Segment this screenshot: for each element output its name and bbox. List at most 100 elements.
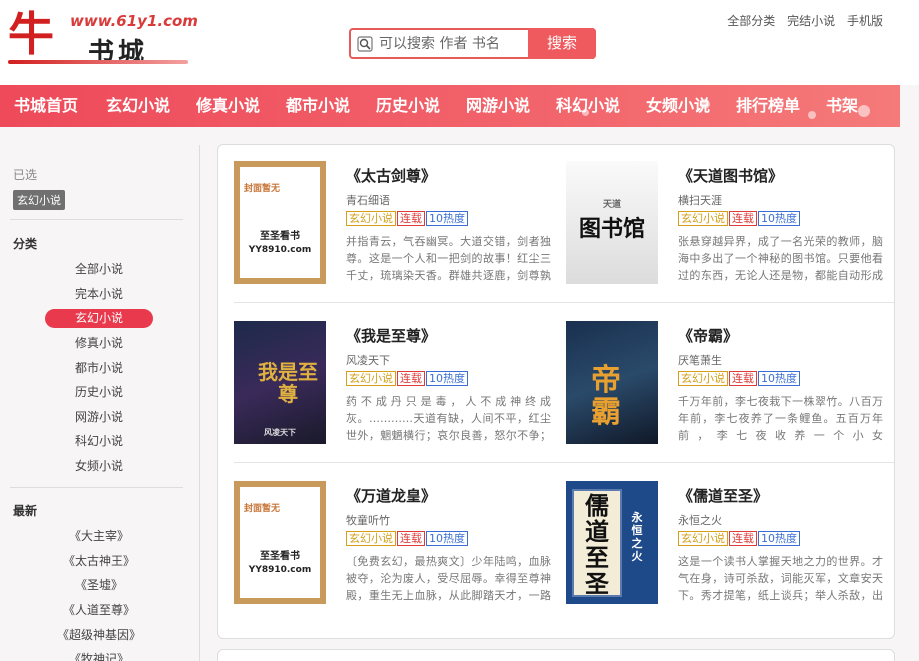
book-title[interactable]: 《万道龙皇》	[346, 485, 436, 506]
book-author[interactable]: 牧童听竹	[346, 512, 390, 528]
book-cover[interactable]: 天道 图书馆	[566, 161, 658, 284]
book-title[interactable]: 《天道图书馆》	[678, 165, 783, 186]
cover-text: 至圣看书	[260, 231, 300, 242]
cover-text: 儒道至圣	[585, 491, 609, 598]
nav-item-bookshelf[interactable]: 书架	[826, 85, 858, 127]
genre-tag: 玄幻小说	[678, 371, 728, 386]
cover-text: 图书馆	[578, 216, 645, 242]
book-description: 药不成丹只是毒，人不成神终成灰。…………天道有缺，人间不平，红尘世外，魍魉横行；…	[346, 395, 551, 442]
category-item-xuanhuan[interactable]: 玄幻小说	[45, 309, 153, 328]
book-title[interactable]: 《帝霸》	[678, 325, 738, 346]
book-author[interactable]: 青石细语	[346, 192, 390, 208]
category-item-completed[interactable]: 完本小说	[45, 285, 153, 304]
category-item-kehuan[interactable]: 科幻小说	[45, 432, 153, 451]
category-item-all[interactable]: 全部小说	[45, 260, 153, 279]
row-divider	[234, 302, 894, 303]
nav-item-ranking[interactable]: 排行榜单	[736, 85, 800, 127]
cover-badge: 封面暂无	[244, 504, 281, 514]
book-tags: 玄幻小说 连载 10热度	[346, 371, 469, 386]
book-cover[interactable]: 封面暂无 至圣看书 YY8910.com	[234, 161, 326, 284]
latest-item[interactable]: 《超级神基因》	[45, 626, 153, 645]
heat-tag: 10热度	[758, 531, 800, 546]
book-author[interactable]: 风凌天下	[346, 352, 390, 368]
book-author[interactable]: 永恒之火	[678, 512, 722, 528]
nav-decoration-dot	[858, 105, 870, 117]
cover-text: YY8910.com	[248, 245, 312, 255]
nav-decoration-dot	[700, 99, 710, 109]
book-title[interactable]: 《儒道至圣》	[678, 485, 768, 506]
selected-label: 已选	[13, 168, 38, 182]
nav-item-dushi[interactable]: 都市小说	[286, 85, 350, 127]
nav-item-xiuzhen[interactable]: 修真小说	[196, 85, 260, 127]
search-button[interactable]: 搜索	[528, 28, 596, 59]
book-title[interactable]: 《我是至尊》	[346, 325, 436, 346]
book-card[interactable]: 封面暂无 至圣看书 YY8910.com 《太古剑尊》 青石细语 玄幻小说 连载 1…	[234, 161, 554, 301]
book-cover[interactable]: 封面暂无 至圣看书 YY8910.com	[234, 481, 326, 604]
site-header: 牛 www.61y1.com 书城 搜索 全部分类 完结小说 手机版	[0, 0, 919, 85]
heat-tag: 10热度	[426, 211, 468, 226]
nav-item-lishi[interactable]: 历史小说	[376, 85, 440, 127]
status-tag: 连载	[729, 531, 757, 546]
site-logo[interactable]: 牛 www.61y1.com 书城	[8, 6, 198, 68]
top-link-mobile[interactable]: 手机版	[847, 14, 883, 28]
book-card[interactable]: 儒道至圣 永恒之火 《儒道至圣》 永恒之火 玄幻小说 连载 10热度 这是一个读书人…	[566, 481, 886, 621]
heat-tag: 10热度	[426, 371, 468, 386]
sidebar-divider	[10, 219, 183, 220]
book-card[interactable]: 我是至尊 风凌天下 《我是至尊》 风凌天下 玄幻小说 连载 10热度 药不成丹只是毒…	[234, 321, 554, 461]
selected-filter-tag[interactable]: 玄幻小说	[13, 190, 65, 210]
logo-underline	[8, 60, 188, 64]
category-item-xiuzhen[interactable]: 修真小说	[45, 334, 153, 353]
status-tag: 连载	[397, 211, 425, 226]
cover-text: YY8910.com	[248, 565, 312, 575]
status-tag: 连载	[397, 371, 425, 386]
genre-tag: 玄幻小说	[678, 531, 728, 546]
book-card[interactable]: 天道 图书馆 《天道图书馆》 横扫天涯 玄幻小说 连载 10热度 张悬穿越异界，成了…	[566, 161, 886, 301]
latest-item[interactable]: 《大主宰》	[45, 527, 153, 546]
logo-url: www.61y1.com	[70, 12, 198, 30]
category-item-dushi[interactable]: 都市小说	[45, 359, 153, 378]
cover-badge: 封面暂无	[244, 184, 281, 194]
category-heading: 分类	[13, 237, 38, 251]
latest-item[interactable]: 《圣墟》	[45, 576, 153, 595]
sidebar-divider	[10, 487, 183, 488]
book-tags: 玄幻小说 连载 10热度	[678, 531, 801, 546]
book-cover[interactable]: 儒道至圣 永恒之火	[566, 481, 658, 604]
book-author[interactable]: 横扫天涯	[678, 192, 722, 208]
book-cover[interactable]: 我是至尊 风凌天下	[234, 321, 326, 444]
book-description: 千万年前，李七夜栽下一株翠竹。八百万年前，李七夜养了一条鲤鱼。五百万年前，李七夜…	[678, 395, 883, 442]
top-link-all-categories[interactable]: 全部分类	[727, 14, 775, 28]
book-description: 〔免费玄幻，最热爽文〕少年陆鸣，血脉被夺，沦为废人，受尽屈辱。幸得至尊神殿，重生…	[346, 555, 551, 602]
nav-item-kehuan[interactable]: 科幻小说	[556, 85, 620, 127]
nav-item-xuanhuan[interactable]: 玄幻小说	[106, 85, 170, 127]
book-card[interactable]: 封面暂无 至圣看书 YY8910.com 《万道龙皇》 牧童听竹 玄幻小说 连载 1…	[234, 481, 554, 621]
book-description: 并指青云，气吞幽冥。大道交错，剑者独尊。这是一个人和一把剑的故事！红尘三千丈，琉…	[346, 235, 551, 282]
status-tag: 连载	[397, 531, 425, 546]
top-links: 全部分类 完结小说 手机版	[719, 12, 883, 29]
heat-tag: 10热度	[758, 211, 800, 226]
book-card[interactable]: 帝霸 《帝霸》 厌笔萧生 玄幻小说 连载 10热度 千万年前，李七夜栽下一株翠竹。八…	[566, 321, 886, 461]
cover-badge: 永恒之火	[631, 511, 643, 563]
logo-main-char: 牛	[8, 7, 54, 61]
latest-item[interactable]: 《太古神王》	[45, 552, 153, 571]
book-title[interactable]: 《太古剑尊》	[346, 165, 436, 186]
latest-item[interactable]: 《牧神记》	[45, 650, 153, 661]
category-item-nvpin[interactable]: 女频小说	[45, 457, 153, 476]
latest-heading: 最新	[13, 504, 38, 518]
nav-item-home[interactable]: 书城首页	[14, 85, 78, 127]
top-link-completed[interactable]: 完结小说	[787, 14, 835, 28]
category-item-wangyou[interactable]: 网游小说	[45, 408, 153, 427]
cover-badge: 风凌天下	[264, 428, 296, 437]
book-description: 张悬穿越异界，成了一名光荣的教师，脑海中多出了一个神秘的图书馆。只要他看过的东西…	[678, 235, 883, 282]
book-tags: 玄幻小说 连载 10热度	[346, 211, 469, 226]
genre-tag: 玄幻小说	[678, 211, 728, 226]
search-input[interactable]	[379, 32, 529, 55]
latest-item[interactable]: 《人道至尊》	[45, 601, 153, 620]
book-author[interactable]: 厌笔萧生	[678, 352, 722, 368]
cover-text: 至圣看书	[260, 551, 300, 562]
nav-item-wangyou[interactable]: 网游小说	[466, 85, 530, 127]
secondary-panel	[217, 649, 895, 661]
book-cover[interactable]: 帝霸	[566, 321, 658, 444]
status-tag: 连载	[729, 371, 757, 386]
search-icon	[357, 36, 373, 52]
category-item-lishi[interactable]: 历史小说	[45, 383, 153, 402]
